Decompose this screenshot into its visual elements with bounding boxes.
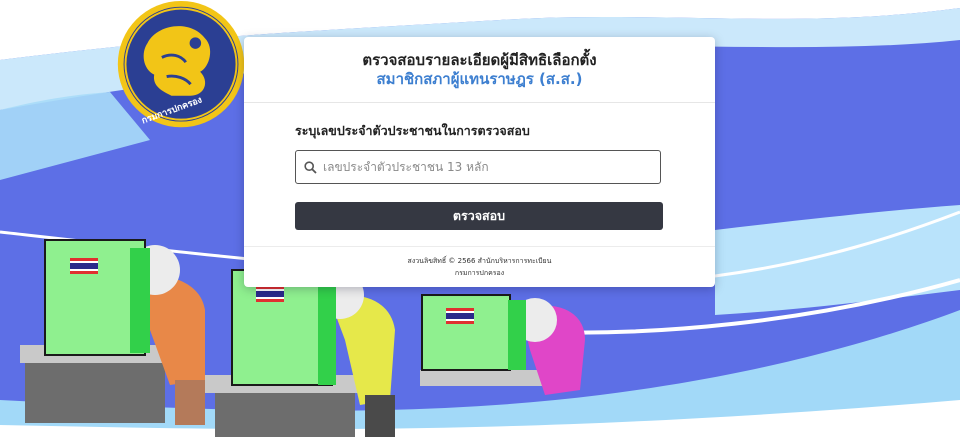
copyright-text: สงวนลิขสิทธิ์ © 2566 สำนักบริหารการทะเบี… [407, 257, 552, 265]
card-body: ระบุเลขประจำตัวประชาชนในการตรวจสอบ ตรวจส… [244, 103, 715, 230]
card-header: ตรวจสอบรายละเอียดผู้มีสิทธิเลือกตั้ง สมา… [244, 37, 715, 103]
id-label: ระบุเลขประจำตัวประชาชนในการตรวจสอบ [295, 123, 530, 138]
submit-button[interactable]: ตรวจสอบ [295, 202, 663, 230]
search-icon [304, 160, 317, 174]
check-card: ตรวจสอบรายละเอียดผู้มีสิทธิเลือกตั้ง สมา… [244, 37, 715, 287]
card-footer: สงวนลิขสิทธิ์ © 2566 สำนักบริหารการทะเบี… [244, 246, 715, 279]
id-input-wrapper [295, 150, 661, 184]
id-input[interactable] [321, 152, 660, 182]
org-name: กรมการปกครอง [454, 269, 505, 277]
page-subtitle: สมาชิกสภาผู้แทนราษฎร (ส.ส.) [376, 70, 583, 88]
page-title: ตรวจสอบรายละเอียดผู้มีสิทธิเลือกตั้ง [362, 51, 597, 69]
